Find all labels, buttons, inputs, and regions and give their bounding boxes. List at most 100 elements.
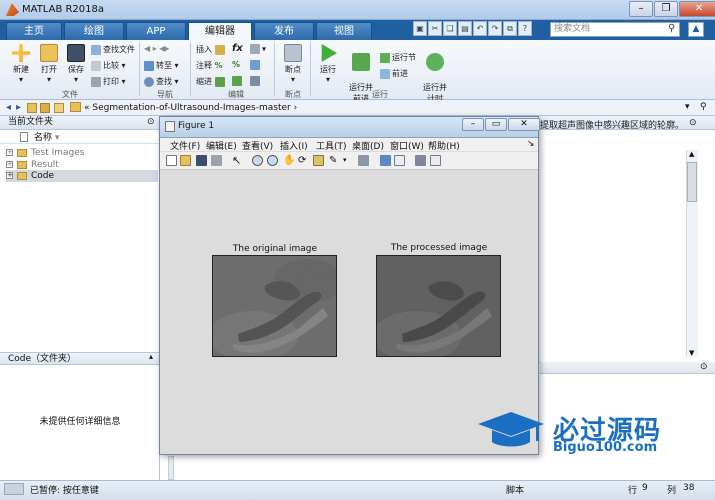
expand-icon[interactable]: +: [6, 172, 13, 179]
tab-publish[interactable]: 发布: [254, 22, 314, 40]
hide-plot-tools-icon[interactable]: [415, 155, 426, 166]
expand-icon[interactable]: +: [6, 149, 13, 156]
breakpoints-button[interactable]: 断点 ▾: [280, 44, 306, 84]
new-figure-icon[interactable]: [166, 155, 177, 166]
nav-back-forward[interactable]: ◀ ▸ ◀▸: [144, 44, 169, 53]
search-documentation-input[interactable]: 搜索文档: [550, 22, 680, 37]
editor-scroll-thumb[interactable]: [687, 162, 697, 202]
folder-icon: [70, 102, 81, 112]
address-dropdown-icon[interactable]: ▾: [685, 102, 690, 112]
decrease-indent-icon[interactable]: [232, 76, 244, 86]
wrap-icon[interactable]: [250, 60, 262, 70]
save-figure-icon[interactable]: [196, 155, 207, 166]
name-column-header[interactable]: 名称 ▾: [0, 130, 160, 144]
compare-icon: [91, 60, 101, 71]
save-button[interactable]: 保存 ▾: [63, 44, 89, 84]
print-button[interactable]: 打印 ▾: [91, 76, 126, 87]
fx-button[interactable]: fx: [232, 43, 243, 54]
close-button[interactable]: ✕: [679, 1, 715, 17]
tab-editor[interactable]: 编辑器: [188, 22, 252, 41]
menu-view[interactable]: 查看(V): [242, 139, 273, 152]
nav-back-icon[interactable]: ◂: [6, 102, 11, 113]
pointer-icon[interactable]: ↖: [232, 155, 243, 166]
legend-icon[interactable]: [394, 155, 405, 166]
brush-dropdown-icon[interactable]: ▾: [343, 155, 354, 166]
open-file-icon[interactable]: [180, 155, 191, 166]
ribbon-minimize-icon[interactable]: ▲: [688, 22, 704, 37]
menu-edit[interactable]: 编辑(E): [206, 139, 237, 152]
search-icon[interactable]: ⚲: [668, 23, 675, 34]
expand-icon[interactable]: +: [6, 161, 13, 168]
zoom-in-icon[interactable]: [252, 155, 263, 166]
menu-file[interactable]: 文件(F): [170, 139, 200, 152]
advance-button[interactable]: 前进: [380, 68, 408, 79]
rotate-3d-icon[interactable]: ⟳: [298, 155, 309, 166]
list-item-selected[interactable]: + Code: [6, 170, 158, 182]
link-plot-icon[interactable]: [358, 155, 369, 166]
menu-help[interactable]: 帮助(H): [428, 139, 460, 152]
folder-name: Test Images: [31, 148, 85, 158]
list-item[interactable]: + Test Images: [6, 147, 158, 159]
find-button[interactable]: 查找 ▾: [144, 76, 179, 87]
brush-icon[interactable]: ✎: [329, 155, 340, 166]
address-search-icon[interactable]: ⚲: [700, 102, 707, 112]
cut-icon[interactable]: ✂: [428, 21, 442, 36]
original-image: [212, 255, 337, 357]
tab-apps[interactable]: APP: [126, 22, 186, 40]
editor-options-icon[interactable]: ⊙: [689, 118, 697, 128]
figure-close-button[interactable]: ✕: [508, 118, 540, 131]
colorbar-icon[interactable]: [380, 155, 391, 166]
open-button[interactable]: 打开 ▾: [36, 44, 62, 84]
find-files-button[interactable]: 查找文件: [91, 44, 135, 55]
smart-indent-icon[interactable]: [250, 76, 262, 86]
comment-button[interactable]: 注释 %: [196, 60, 223, 71]
zoom-out-icon[interactable]: [267, 155, 278, 166]
restore-button[interactable]: ❐: [654, 1, 678, 17]
details-collapse-icon[interactable]: ▴: [149, 352, 153, 361]
menu-window[interactable]: 窗口(W): [390, 139, 424, 152]
paste-icon[interactable]: ▤: [458, 21, 472, 36]
run-and-time-button[interactable]: 运行并 计时: [420, 44, 450, 104]
menu-insert[interactable]: 插入(I): [280, 139, 308, 152]
uncomment-icon[interactable]: %: [232, 60, 240, 69]
switch-windows-icon[interactable]: ⧉: [503, 21, 517, 36]
favorites-folder-icon[interactable]: [54, 103, 64, 113]
command-options-icon[interactable]: ⊙: [700, 362, 708, 372]
run-section-button[interactable]: 运行节: [380, 52, 416, 63]
scroll-down-icon[interactable]: ▼: [689, 349, 694, 357]
group-label-edit: 编辑: [228, 90, 244, 99]
tab-plots[interactable]: 绘图: [64, 22, 124, 40]
data-cursor-icon[interactable]: [313, 155, 324, 166]
goto-button[interactable]: 转至 ▾: [144, 60, 179, 71]
redo-icon[interactable]: ↷: [488, 21, 502, 36]
compare-button[interactable]: 比较 ▾: [91, 60, 126, 71]
current-path[interactable]: « Segmentation-of-Ultrasound-Images-mast…: [84, 103, 297, 113]
figure-maximize-button[interactable]: ▭: [485, 118, 507, 131]
panel-options-icon[interactable]: ⊙: [147, 117, 155, 127]
menu-dock-icon[interactable]: ↘: [527, 139, 535, 149]
indent-button[interactable]: 缩进: [196, 76, 227, 87]
menu-desktop[interactable]: 桌面(D): [352, 139, 384, 152]
tab-home[interactable]: 主页: [6, 22, 62, 40]
up-folder-icon[interactable]: [27, 103, 37, 113]
figure-minimize-button[interactable]: –: [462, 118, 484, 131]
copy-icon[interactable]: ❏: [443, 21, 457, 36]
run-button[interactable]: 运行 ▾: [314, 44, 342, 84]
minimize-button[interactable]: –: [629, 1, 653, 17]
nav-forward-icon[interactable]: ▸: [16, 102, 21, 113]
show-plot-tools-icon[interactable]: [430, 155, 441, 166]
tab-view[interactable]: 视图: [316, 22, 372, 40]
new-button[interactable]: 新建 ▾: [8, 44, 34, 84]
insert-button[interactable]: 插入: [196, 44, 227, 55]
menu-tools[interactable]: 工具(T): [316, 139, 347, 152]
pan-hand-icon[interactable]: ✋: [283, 155, 295, 166]
undo-icon[interactable]: ↶: [473, 21, 487, 36]
print-figure-icon[interactable]: [211, 155, 222, 166]
group-separator: [190, 42, 191, 96]
indent-label: 缩进: [196, 77, 212, 86]
save-icon[interactable]: ▣: [413, 21, 427, 36]
browse-folder-icon[interactable]: [40, 103, 50, 113]
toggle-icon[interactable]: ▾: [250, 44, 266, 54]
help-circle-icon[interactable]: ?: [518, 21, 532, 36]
scroll-up-icon[interactable]: ▲: [689, 150, 694, 158]
